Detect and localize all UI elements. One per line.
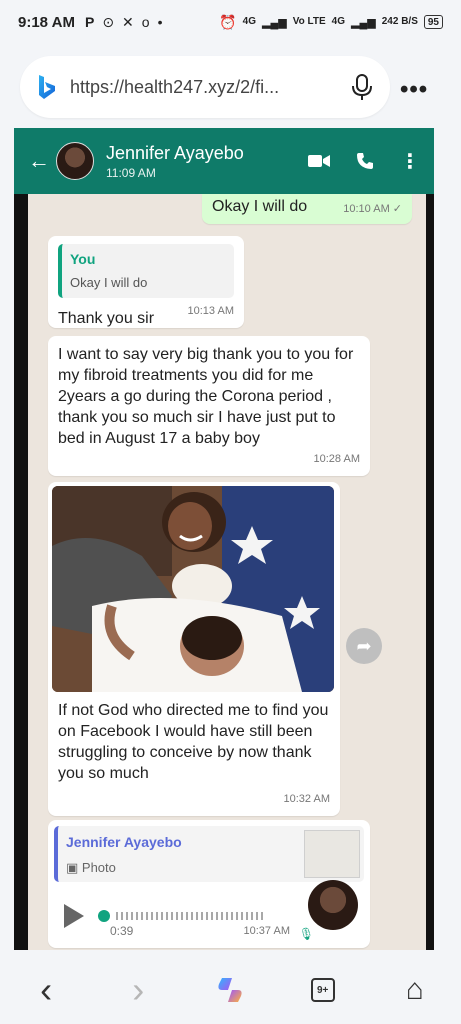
quoted-message: You Okay I will do (58, 244, 234, 298)
forward-button[interactable]: › (118, 969, 158, 1010)
playhead-dot (98, 910, 110, 922)
contact-avatar (56, 142, 94, 180)
voice-duration: 0:39 (110, 924, 134, 938)
incoming-photo-message: If not God who directed me to find you o… (48, 482, 340, 816)
quote-author: You (70, 251, 96, 267)
browser-bottom-nav: ‹ › 9+ ⌂ (0, 956, 461, 1024)
incoming-voice-message: Jennifer Ayayebo ▣ Photo 🎙 0:39 10:37 AM (48, 820, 370, 948)
phone-call-icon (357, 153, 373, 169)
status-time: 9:18 AM (18, 13, 75, 31)
signal-icon-2: ▂▄▆ (351, 16, 376, 29)
message-time: 10:28 AM (313, 453, 360, 465)
quote-thumbnail (304, 830, 360, 878)
contact-info: Jennifer Ayayebo 11:09 AM (106, 143, 244, 180)
tab-count: 9+ (310, 978, 335, 1002)
photo-illustration (52, 486, 334, 692)
microphone-icon[interactable] (350, 73, 374, 101)
message-text: Thank you sir (58, 310, 155, 327)
outgoing-message: Okay I will do 10:10 AM ✓ (202, 194, 412, 224)
circle-icon: o (141, 14, 150, 30)
play-icon (64, 904, 84, 928)
notification-icons: P ⊙ ✕ o • (85, 14, 163, 31)
message-time: 10:37 AM (243, 925, 290, 937)
waveform (116, 912, 266, 920)
back-arrow-icon: ← (28, 148, 50, 173)
baby-photo (52, 486, 334, 692)
message-time: 10:13 AM (187, 305, 234, 317)
data-speed: 242 B/S (381, 16, 418, 27)
incoming-reply-message: You Okay I will do Thank you sir 10:13 A… (48, 236, 244, 328)
signal-icon: ▂▄▆ (261, 16, 287, 29)
sender-avatar (308, 880, 358, 930)
mic-icon: 🎙 (298, 927, 314, 941)
dot-icon: • (157, 14, 163, 30)
message-time: 10:10 AM ✓ (343, 203, 402, 215)
kebab-menu-icon: ⋮ (400, 150, 420, 173)
network-4g-2: 4G (331, 16, 346, 27)
copilot-button[interactable] (210, 970, 250, 1010)
forward-icon: ➦ (346, 628, 382, 664)
photo-caption: If not God who directed me to find you o… (58, 702, 329, 782)
message-text: Okay I will do (212, 198, 308, 215)
copilot-icon (218, 978, 243, 1002)
more-menu-icon[interactable]: ••• (400, 76, 428, 104)
address-bar[interactable]: https://health247.xyz/2/fi... (20, 56, 390, 118)
volte-label: Vo LTE (292, 16, 326, 27)
alarm-icon: ⏰ (219, 13, 237, 30)
contact-name: Jennifer Ayayebo (106, 142, 244, 163)
battery-icon: 95 (423, 15, 443, 29)
video-call-icon (308, 155, 330, 167)
system-indicators: ⏰ 4G ▂▄▆ Vo LTE 4G ▂▄▆ 242 B/S 95 (219, 14, 443, 31)
home-button[interactable]: ⌂ (395, 970, 435, 1010)
back-button[interactable]: ‹ (26, 969, 66, 1010)
url-text[interactable]: https://health247.xyz/2/fi... (70, 77, 350, 98)
status-bar: 9:18 AM P ⊙ ✕ o • ⏰ 4G ▂▄▆ Vo LTE 4G ▂▄▆… (0, 0, 461, 44)
incoming-message: I want to say very big thank you to you … (48, 336, 370, 476)
quote-text: Okay I will do (70, 275, 148, 290)
quoted-photo: Jennifer Ayayebo ▣ Photo (54, 826, 364, 882)
chat-header: ← Jennifer Ayayebo 11:09 AM ⋮ (28, 128, 426, 194)
tabs-button[interactable]: 9+ (303, 970, 343, 1010)
contact-last-seen: 11:09 AM (106, 165, 156, 180)
message-text: I want to say very big thank you to you … (58, 346, 354, 447)
whatsapp-icon: ⊙ (102, 13, 115, 30)
app-icon: ✕ (122, 13, 134, 30)
paypal-icon: P (84, 14, 95, 30)
bing-logo-icon (39, 75, 55, 99)
voice-player: 🎙 (54, 880, 364, 941)
message-time: 10:32 AM (283, 793, 330, 805)
network-4g-1: 4G (242, 16, 256, 27)
header-actions: ⋮ (308, 149, 426, 174)
